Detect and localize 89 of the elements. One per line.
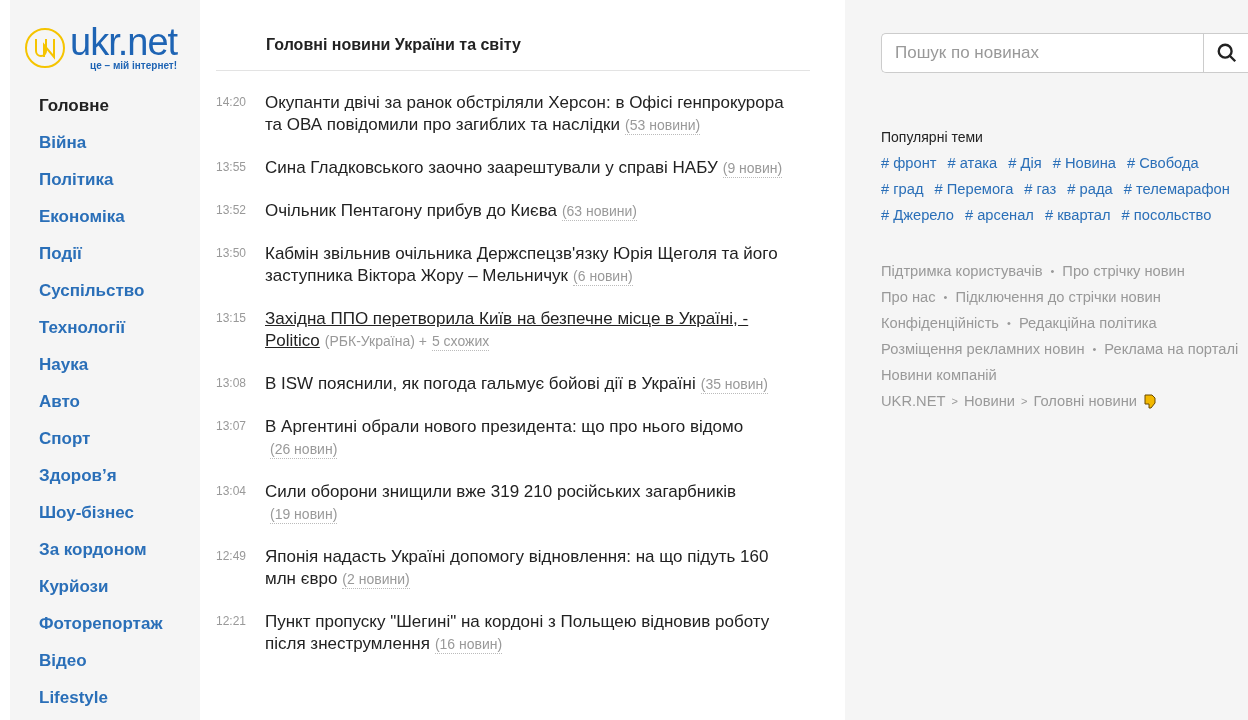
footer-link[interactable]: Підключення до стрічки новин	[955, 284, 1161, 310]
topic-tag[interactable]: # Перемога	[934, 176, 1014, 202]
nav-item[interactable]: Війна	[39, 124, 87, 161]
topic-tag[interactable]: # газ	[1024, 176, 1057, 202]
breadcrumb-link[interactable]: Головні новини	[1033, 388, 1138, 414]
topic-tag[interactable]: # фронт	[881, 150, 937, 176]
topic-tag[interactable]: # Джерело	[881, 202, 954, 228]
news-headline[interactable]: Сили оборони знищили вже 319 210 російських загарбників (19 новин)	[265, 481, 800, 525]
news-count[interactable]: (63 новини)	[561, 202, 638, 221]
topic-tag[interactable]: # квартал	[1044, 202, 1111, 228]
news-time: 13:15	[216, 310, 248, 327]
news-time: 12:49	[216, 548, 248, 565]
topic-tag[interactable]: # Свобода	[1127, 150, 1199, 176]
breadcrumb-link[interactable]: UKR.NET	[881, 388, 946, 414]
footer-link[interactable]: Новини компаній	[881, 362, 997, 388]
news-count[interactable]: (2 новини)	[342, 570, 410, 589]
news-time: 13:55	[216, 159, 248, 176]
news-headline[interactable]: Західна ППО перетворила Київ на безпечне місце в Україні, - Politico (РБК-Україна) + 5 схожих	[265, 308, 800, 352]
footer-link[interactable]: Реклама на порталі	[1104, 336, 1239, 362]
footer-link[interactable]: Про стрічку новин	[1062, 258, 1185, 284]
nav-item[interactable]: Здоров’я	[39, 457, 117, 494]
nav-item[interactable]: За кордоном	[39, 531, 147, 568]
footer-link[interactable]: Розміщення рекламних новин	[881, 336, 1085, 362]
news-source: (РБК-Україна) +	[324, 332, 427, 351]
topic-tag[interactable]: # посольство	[1121, 202, 1212, 228]
footer-link[interactable]: Про нас	[881, 284, 936, 310]
nav-item[interactable]: Події	[39, 235, 82, 272]
topic-tag[interactable]: # атака	[947, 150, 998, 176]
news-time: 13:08	[216, 375, 248, 392]
separator-dot: •	[943, 290, 948, 305]
news-count[interactable]: (53 новини)	[625, 116, 701, 135]
pointing-hand-icon	[1143, 393, 1158, 409]
nav-item[interactable]: Lifestyle	[39, 679, 108, 716]
news-headline[interactable]: В Аргентині обрали нового президента: що про нього відомо (26 новин)	[265, 416, 800, 460]
logo-icon	[24, 26, 66, 69]
separator-dot: •	[1007, 316, 1011, 331]
breadcrumb-link[interactable]: Новини	[963, 388, 1015, 414]
news-time: 13:07	[216, 418, 248, 435]
breadcrumb-separator: >	[1021, 394, 1028, 409]
news-headline[interactable]: В ISW пояснили, як погода гальмує бойові дії в Україні (35 новин)	[265, 373, 800, 395]
news-count[interactable]: (16 новин)	[434, 635, 503, 654]
news-time: 13:52	[216, 202, 248, 219]
similar-link[interactable]: 5 схожих	[431, 332, 490, 351]
footer-link[interactable]: Редакційна політика	[1018, 310, 1157, 336]
news-headline[interactable]: Окупанти двічі за ранок обстріляли Херсон: в Офісі генпрокурора та ОВА повідомили про загиблих та наслідки (53 новини)	[265, 92, 800, 136]
topic-tag[interactable]: # Дія	[1008, 150, 1042, 176]
topic-tag[interactable]: # Новина	[1052, 150, 1116, 176]
breadcrumb-separator: >	[951, 394, 958, 409]
logo-text[interactable]: ukr.net	[70, 24, 178, 60]
nav-item[interactable]: Курйози	[39, 568, 109, 605]
nav-item[interactable]: Шоу-бізнес	[39, 494, 134, 531]
topic-tag[interactable]: # арсенал	[964, 202, 1034, 228]
nav-item[interactable]: Фоторепортаж	[39, 605, 163, 642]
news-count[interactable]: (6 новин)	[573, 267, 633, 286]
topic-tag[interactable]: # телемарафон	[1123, 176, 1230, 202]
news-count[interactable]: (9 новин)	[722, 159, 783, 178]
news-count[interactable]: (26 новин)	[270, 440, 338, 459]
news-headline[interactable]: Пункт пропуску "Шегині" на кордоні з Польщею відновив роботу після знеструмлення (16 новин)	[265, 611, 800, 655]
logo-tagline: це – мій інтернет!	[90, 60, 178, 71]
nav-item[interactable]: Спорт	[39, 420, 91, 457]
news-time: 13:04	[216, 483, 248, 500]
nav-item[interactable]: Авто	[39, 383, 80, 420]
page-heading: Головні новини України та світу	[266, 36, 522, 55]
news-count[interactable]: (35 новин)	[700, 375, 768, 394]
footer-link[interactable]: Конфіденційність	[881, 310, 999, 336]
nav-item[interactable]: Головне	[39, 87, 109, 124]
news-headline[interactable]: Очільник Пентагону прибув до Києва (63 новини)	[265, 200, 800, 222]
topic-tag[interactable]: # рада	[1067, 176, 1113, 202]
news-headline[interactable]: Японія надасть Україні допомогу відновлення: на що підуть 160 млн євро (2 новини)	[265, 546, 800, 590]
nav-item[interactable]: Відео	[39, 642, 87, 679]
nav-item[interactable]: Наука	[39, 346, 89, 383]
news-headline[interactable]: Сина Гладковського заочно заарештували у справі НАБУ (9 новин)	[265, 157, 800, 179]
search-icon	[1216, 42, 1238, 64]
topic-tag[interactable]: # град	[881, 176, 924, 202]
news-headline[interactable]: Кабмін звільнив очільника Держспецзв'язку Юрія Щеголя та його заступника Віктора Жору – Мельничук (6 новин)	[265, 243, 800, 287]
news-time: 13:50	[216, 245, 248, 262]
separator-dot: •	[1050, 264, 1055, 279]
news-count[interactable]: (19 новин)	[270, 505, 338, 524]
footer-link[interactable]: Підтримка користувачів	[881, 258, 1043, 284]
nav-item[interactable]: Суспільство	[39, 272, 145, 309]
nav-item[interactable]: Технології	[39, 309, 125, 346]
news-time: 12:21	[216, 613, 248, 630]
separator-dot: •	[1092, 342, 1097, 357]
nav-item[interactable]: Економіка	[39, 198, 125, 235]
news-time: 14:20	[216, 94, 248, 111]
search-field[interactable]: Пошук по новинах	[881, 33, 1203, 73]
nav-item[interactable]: Політика	[39, 161, 114, 198]
search-button[interactable]	[1203, 33, 1248, 73]
popular-title: Популярні теми	[881, 128, 984, 147]
